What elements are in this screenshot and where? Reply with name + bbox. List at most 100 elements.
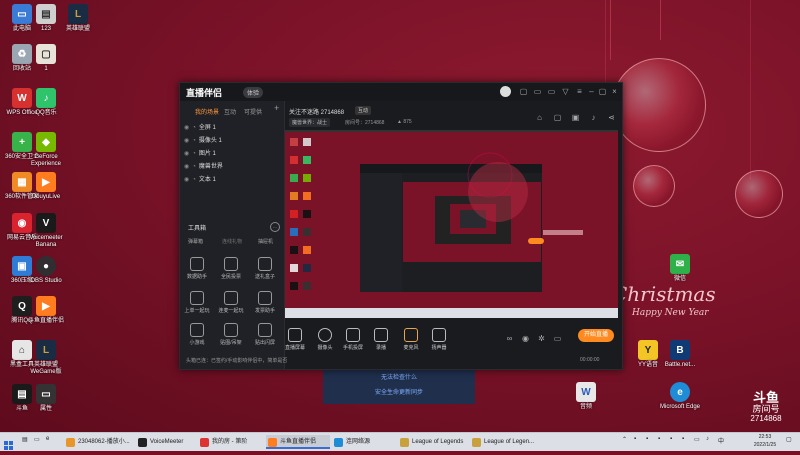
maximize-icon[interactable]: ▢ [598, 87, 607, 96]
avatar[interactable] [500, 86, 511, 97]
taskbar-item[interactable]: 连网络源 [332, 435, 396, 449]
tray-app-icon[interactable]: ▪ [658, 436, 660, 442]
stream-title[interactable]: 关注不迷路 2714868 [289, 107, 344, 116]
lock-icon[interactable]: ◔ [192, 164, 196, 170]
lock-icon[interactable]: ◔ [192, 177, 196, 183]
tool-vote[interactable]: 全民投票 [216, 257, 246, 280]
tool-sticker[interactable]: 贴图/吊架 [216, 323, 246, 346]
dialog-line1[interactable]: 无法检查什么 [323, 372, 475, 381]
close-icon[interactable]: × [610, 87, 619, 96]
lock-icon[interactable]: ▢ [553, 113, 562, 122]
desktop-icon-geforce[interactable]: ◆ GeForce Experience [24, 132, 68, 168]
taskbar-item[interactable]: 23048062-播放小... [64, 435, 136, 449]
taskbar-item[interactable]: League of Legen... [470, 435, 538, 449]
tab-my-scenes[interactable]: 我的场景 [195, 107, 219, 116]
scene-item[interactable]: ◉ ◔ 摄像头 1 [184, 135, 280, 147]
desktop-icon-wechat[interactable]: ✉ 微信 [658, 254, 702, 283]
live-preview[interactable] [285, 130, 618, 318]
lock-icon[interactable]: ◔ [192, 125, 196, 131]
share-link-icon[interactable]: ⌂ [535, 113, 544, 122]
scene-item[interactable]: ◉ ◔ 全屏 1 [184, 122, 280, 134]
category-select[interactable]: 魔兽世界：战士 [289, 118, 331, 127]
more-icon[interactable]: … [270, 222, 280, 232]
desktop-icon-properties[interactable]: ▭ 属性 [24, 384, 68, 413]
save-icon[interactable]: ▣ [571, 113, 580, 122]
toolbox-tab[interactable]: 抽屉机 [258, 238, 273, 245]
taskbar-item[interactable]: 我的房 - 第阶 [198, 435, 264, 449]
desktop-icon-douyulive[interactable]: ▶ DouyuLive [24, 172, 68, 201]
eye-icon[interactable]: ◉ [184, 125, 189, 131]
tray-app-icon[interactable]: ▪ [670, 436, 672, 442]
desktop-icon-audio[interactable]: W 音频 [564, 382, 608, 411]
notification-icon[interactable]: ▢ [786, 436, 792, 443]
tab-available[interactable]: 可提供 [244, 107, 262, 116]
app-titlebar[interactable]: 直播伴侣 体验 ▢ ▭ ▭ ▽ ≡ – ▢ × [180, 83, 622, 101]
lock-icon[interactable]: ◔ [192, 151, 196, 157]
taskbar-item[interactable]: VoiceMeeter [136, 435, 196, 449]
tray-app-icon[interactable]: ▪ [682, 436, 684, 442]
desktop-icon-lol[interactable]: L 英雄联盟 [56, 4, 100, 33]
desktop-icon-douyu-companion[interactable]: ▶ 斗鱼直播伴侣 [24, 296, 68, 325]
tab-interaction[interactable]: 互动 [224, 107, 236, 116]
microphone-button[interactable]: 麦克风 [397, 328, 425, 351]
tool-gift-box[interactable]: 送礼盒子 [250, 257, 280, 280]
toolbox-tab[interactable]: 连线礼物 [222, 238, 242, 245]
bell-icon[interactable]: ♪ [589, 113, 598, 122]
scene-item[interactable]: ◉ ◔ 魔兽世界 [184, 161, 280, 173]
shirt-icon[interactable]: ▽ [561, 87, 570, 96]
eye-icon[interactable]: ◉ [184, 164, 189, 170]
scene-item[interactable]: ◉ ◔ 文本 1 [184, 174, 280, 186]
message-icon[interactable]: ▭ [533, 87, 542, 96]
add-scene-icon[interactable]: + [274, 103, 279, 113]
camera-button[interactable]: 摄像头 [311, 328, 339, 351]
desktop-icon-1[interactable]: ▢ 1 [24, 44, 68, 73]
tool-mic-together[interactable]: 连麦一起玩 [216, 291, 246, 314]
vip-badge[interactable]: 体验 [243, 87, 264, 98]
desktop-icon-lol-wegame[interactable]: L 英雄联盟WeGame版 [24, 340, 68, 376]
scene-item[interactable]: ◉ ◔ 图片 1 [184, 148, 280, 160]
stream-tag[interactable]: 互动 [355, 106, 372, 115]
volume-icon[interactable]: ♪ [706, 436, 709, 442]
tool-flash[interactable]: 贴出闪屏 [250, 323, 280, 346]
clock[interactable]: 22:53 2022/1/25 [750, 433, 780, 449]
window-icon[interactable]: ▭ [553, 334, 562, 343]
start-button[interactable] [4, 437, 13, 450]
eye-icon[interactable]: ◉ [521, 334, 530, 343]
tool-mini-game[interactable]: 小游戏 [182, 323, 212, 346]
task-view-icon[interactable]: ▤ [22, 436, 28, 443]
input-method-icon[interactable]: 中 [718, 436, 724, 445]
minimize-icon[interactable]: – [587, 87, 596, 96]
start-live-button[interactable]: 开始直播 [578, 329, 614, 342]
settings-icon[interactable]: ✲ [537, 334, 546, 343]
screen-icon[interactable]: ▭ [547, 87, 556, 96]
desktop-icon-battlenet[interactable]: B Battle.net... [658, 340, 702, 369]
tool-play-together[interactable]: 上单一起玩 [182, 291, 212, 314]
desktop-icon-obs[interactable]: ● OBS Studio [24, 256, 68, 285]
share-icon[interactable]: ⋖ [607, 113, 616, 122]
taskbar-item[interactable]: 斗鱼直播伴侣 [266, 435, 330, 449]
lock-icon[interactable]: ◔ [192, 138, 196, 144]
menu-icon[interactable]: ≡ [575, 87, 584, 96]
file-explorer-icon[interactable]: ▭ [34, 436, 40, 443]
edge-taskbar-icon[interactable]: e [46, 436, 49, 442]
screen-capture-button[interactable]: 直播屏幕 [281, 328, 309, 351]
gift-icon[interactable]: ▢ [519, 87, 528, 96]
desktop-icon-qq-music[interactable]: ♪ QQ音乐 [24, 88, 68, 117]
taskbar-item[interactable]: League of Legends [398, 435, 468, 449]
tray-overflow-icon[interactable]: ⌃ [622, 436, 627, 443]
tool-data-assistant[interactable]: 数据助手 [182, 257, 212, 280]
eye-icon[interactable]: ◉ [184, 177, 189, 183]
eye-icon[interactable]: ◉ [184, 151, 189, 157]
record-button[interactable]: 录播 [367, 328, 395, 351]
phone-cast-button[interactable]: 手机投屏 [339, 328, 367, 351]
tool-invoice[interactable]: 发票助手 [250, 291, 280, 314]
desktop-icon-voicemeeter[interactable]: V Voicemeeter Banana [24, 213, 68, 249]
desktop-icon-edge[interactable]: e Microsoft Edge [658, 382, 702, 411]
dialog-line2[interactable]: 安全生命更新同步 [323, 387, 475, 396]
eye-icon[interactable]: ◉ [184, 138, 189, 144]
speaker-button[interactable]: 扬声器 [425, 328, 453, 351]
tray-app-icon[interactable]: ▪ [646, 436, 648, 442]
link-icon[interactable]: ∞ [505, 334, 514, 343]
toolbox-tab[interactable]: 弹幕箱 [188, 238, 203, 245]
tray-app-icon[interactable]: ▪ [634, 436, 636, 442]
